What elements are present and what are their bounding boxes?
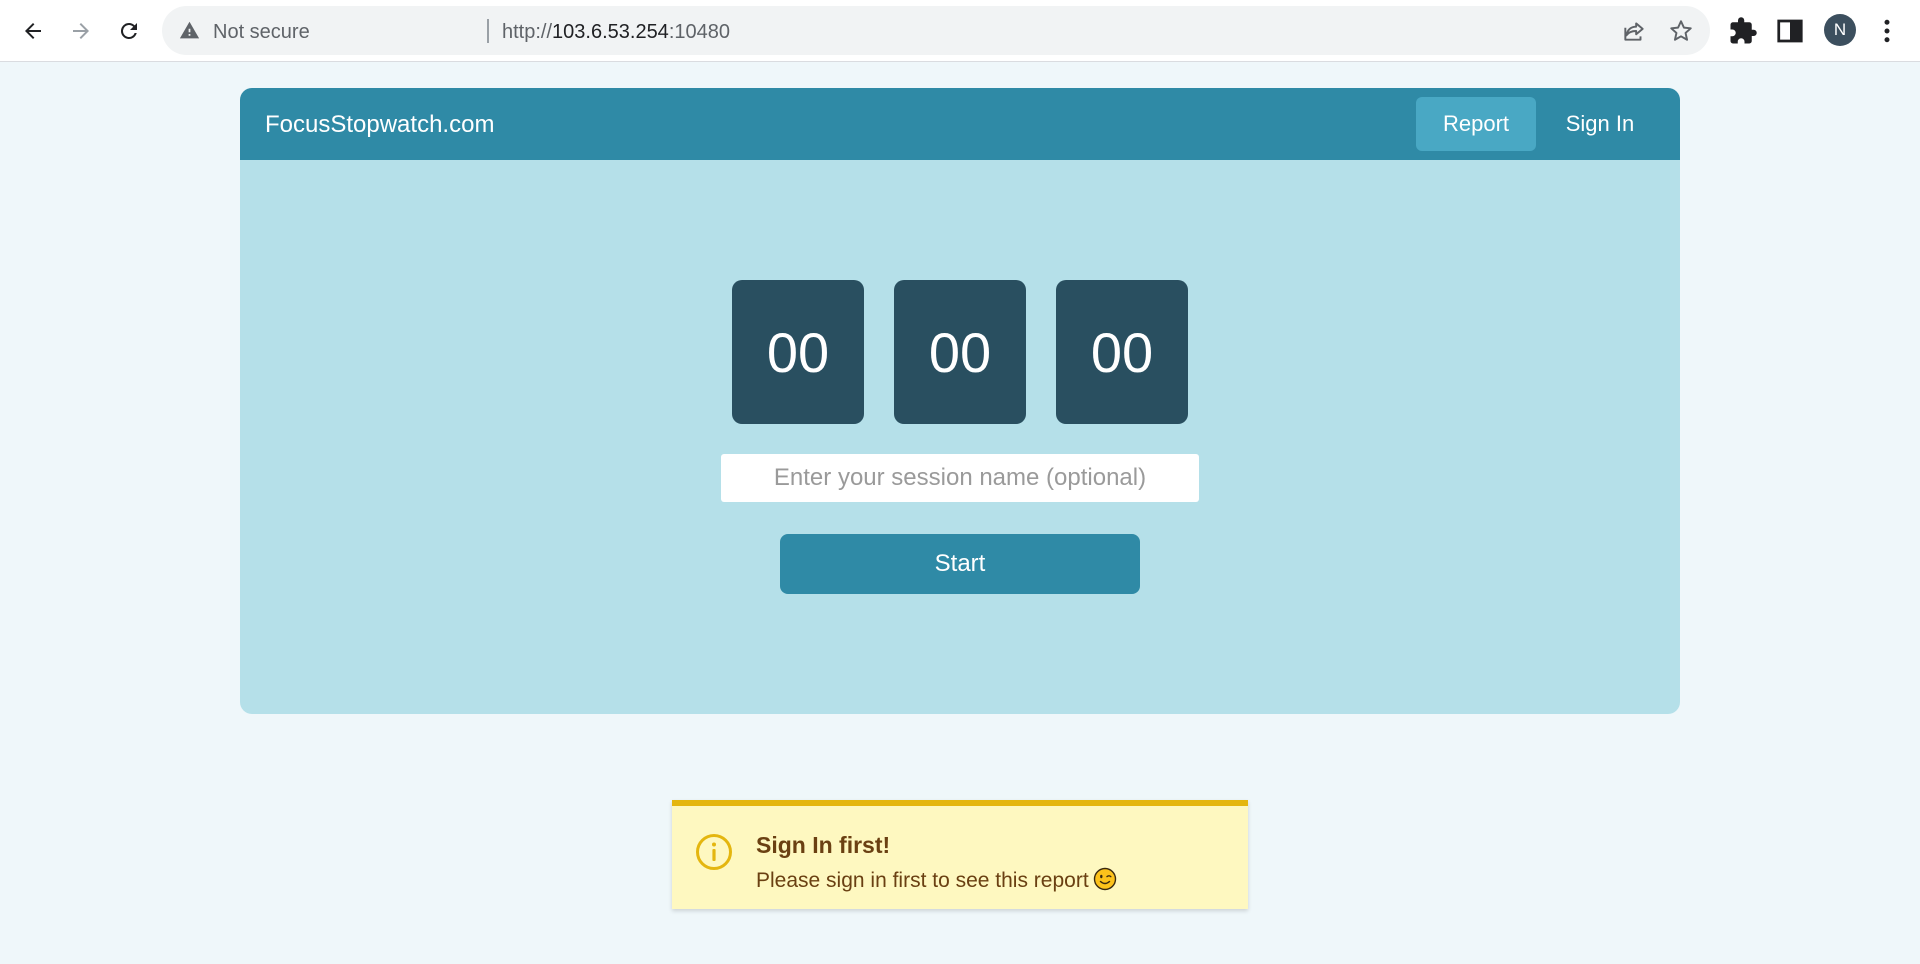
side-panel-icon[interactable] [1775,16,1805,46]
profile-avatar[interactable]: N [1824,14,1856,46]
toast-title: Sign In first! [756,832,891,858]
reload-icon [120,22,137,39]
more-menu-icon[interactable] [1872,16,1902,46]
security-status[interactable]: Not secure [213,21,310,44]
forward-button[interactable] [61,11,101,51]
timer-minutes: 00 [894,280,1026,424]
extensions-puzzle-icon[interactable] [1728,16,1758,46]
site-brand[interactable]: FocusStopwatch.com [265,111,494,139]
session-name-input[interactable] [721,454,1199,502]
site-header: FocusStopwatch.com Report Sign In [240,88,1680,160]
start-button[interactable]: Start [780,534,1140,594]
back-arrow-icon [25,23,41,39]
timer-hours: 00 [732,280,864,424]
address-bar[interactable]: Not secure http://103.6.53.254:10480 [162,6,1710,55]
url-host: 103.6.53.254 [552,21,669,43]
info-icon [696,834,732,870]
winking-face-icon [1093,867,1116,891]
toast-message: Please sign in first to see this report [756,867,1117,893]
share-icon[interactable] [1621,18,1647,44]
warning-icon [179,21,200,39]
browser-toolbar: Not secure http://103.6.53.254:10480 N [0,0,1920,62]
bookmark-star-icon[interactable] [1668,18,1694,44]
forward-arrow-icon [73,23,89,39]
url-scheme: http:// [502,21,553,43]
sign-in-button[interactable]: Sign In [1550,97,1650,151]
toast-message-text: Please sign in first to see this report [756,869,1089,892]
url-port: :10480 [668,21,730,43]
reload-button[interactable] [109,11,149,51]
address-separator [487,19,489,43]
sign-in-toast: Sign In first! Please sign in first to s… [672,800,1248,909]
timer-seconds: 00 [1056,280,1188,424]
stopwatch-card: FocusStopwatch.com Report Sign In 00 00 … [240,88,1680,714]
back-button[interactable] [13,11,53,51]
url-text[interactable]: http://103.6.53.254:10480 [502,21,730,44]
report-button[interactable]: Report [1416,97,1536,151]
